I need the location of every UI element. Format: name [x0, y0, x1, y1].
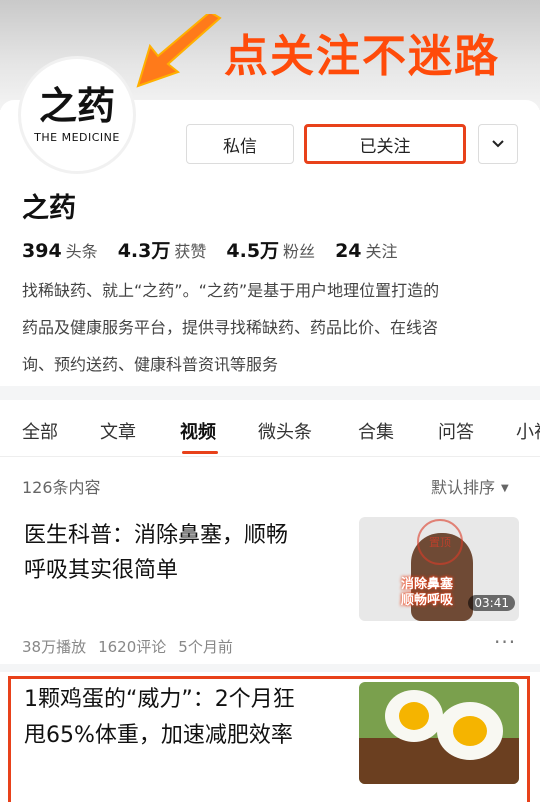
sort-dropdown[interactable]: 默认排序 ▼: [431, 474, 509, 498]
tab-short-videos[interactable]: 小视: [516, 418, 540, 444]
caret-down-icon: ▼: [501, 483, 509, 494]
pinned-stamp: 置顶: [417, 519, 463, 565]
tab-qa[interactable]: 问答: [438, 418, 474, 444]
tab-micro-posts[interactable]: 微头条: [258, 418, 312, 444]
bio-line: 药品及健康服务平台，提供寻找稀缺药、药品比价、在线咨: [22, 318, 439, 337]
video-meta: 38万播放 1620评论 5个月前: [22, 636, 245, 657]
video-title[interactable]: 医生科普：消除鼻塞，顺畅 呼吸其实很简单: [24, 518, 344, 588]
profile-stats: 394 头条 4.3万 获赞 4.5万 粉丝 24 关注: [22, 236, 418, 263]
profile-name: 之药: [22, 193, 76, 224]
comment-count: 1620评论: [98, 638, 167, 656]
stat-followers[interactable]: 4.5万 粉丝: [226, 236, 315, 263]
title-line: 甩65%体重，加速减肥效率: [24, 723, 293, 748]
title-line: 1颗鸡蛋的“威力”：2个月狂: [24, 687, 295, 712]
content-tabs: 全部 文章 视频 微头条 合集 问答 小视: [0, 400, 540, 457]
video-thumbnail[interactable]: 置顶 消除鼻塞 顺畅呼吸 03:41: [359, 517, 519, 621]
active-tab-indicator: [182, 451, 218, 454]
tab-articles[interactable]: 文章: [100, 418, 136, 444]
video-thumbnail[interactable]: [359, 682, 519, 784]
stat-value: 24: [335, 240, 362, 262]
tab-all[interactable]: 全部: [22, 418, 58, 444]
post-time: 5个月前: [178, 638, 233, 656]
play-count: 38万播放: [22, 638, 87, 656]
bio-line: 找稀缺药、就上“之药”。“之药”是基于用户地理位置打造的: [22, 281, 440, 300]
caption-line: 消除鼻塞: [401, 577, 454, 592]
caption-line: 顺畅呼吸: [401, 593, 454, 608]
stat-value: 394: [22, 240, 62, 262]
video-duration: 03:41: [468, 595, 515, 611]
stat-likes[interactable]: 4.3万 获赞: [118, 236, 207, 263]
profile-bio: 找稀缺药、就上“之药”。“之药”是基于用户地理位置打造的 药品及健康服务平台，提…: [22, 272, 520, 383]
more-icon[interactable]: ···: [494, 630, 516, 654]
thumbnail-caption: 消除鼻塞 顺畅呼吸: [401, 577, 453, 609]
message-button[interactable]: 私信: [186, 124, 294, 164]
stat-following[interactable]: 24 关注: [335, 238, 397, 262]
stat-articles[interactable]: 394 头条: [22, 238, 98, 262]
stat-label: 关注: [365, 242, 398, 261]
bio-line: 询、预约送药、健康科普资讯等服务: [22, 355, 279, 374]
stat-label: 获赞: [174, 242, 207, 261]
stat-label: 粉丝: [283, 242, 316, 261]
following-button[interactable]: 已关注: [304, 124, 466, 164]
item-divider: [0, 664, 540, 672]
section-divider: [0, 386, 540, 400]
title-line: 医生科普：消除鼻塞，顺畅: [24, 523, 289, 548]
logo-text: 之药: [38, 83, 115, 128]
content-count: 126条内容: [22, 478, 101, 497]
more-options-button[interactable]: [478, 124, 518, 164]
stat-value: 4.3万: [117, 240, 171, 262]
tab-videos[interactable]: 视频: [180, 418, 216, 444]
follow-banner-text: 点关注不迷路: [224, 31, 500, 82]
egg-icon: [385, 690, 443, 742]
tab-collections[interactable]: 合集: [358, 418, 394, 444]
video-title[interactable]: 1颗鸡蛋的“威力”：2个月狂 甩65%体重，加速减肥效率: [24, 682, 354, 754]
title-line: 呼吸其实很简单: [24, 558, 179, 583]
logo-subtitle: THE MEDICINE: [34, 130, 120, 144]
avatar[interactable]: 之药 THE MEDICINE: [18, 56, 136, 174]
sort-label: 默认排序: [431, 478, 496, 497]
stat-value: 4.5万: [226, 240, 280, 262]
arrow-icon: [136, 14, 222, 88]
stat-label: 头条: [65, 242, 98, 261]
chevron-down-icon: [492, 140, 504, 148]
egg-icon: [437, 702, 503, 760]
